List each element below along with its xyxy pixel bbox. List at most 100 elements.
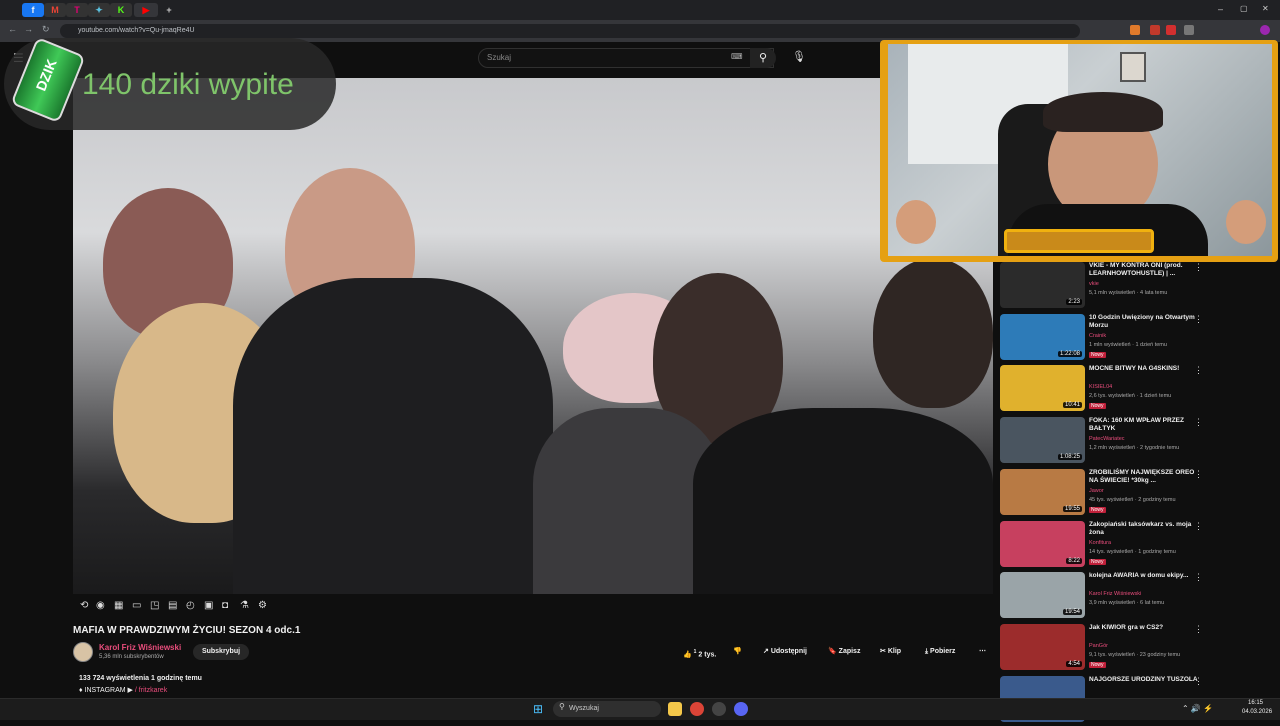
recommendation-channel[interactable]: Karol Friz Wiśniewski <box>1089 591 1141 597</box>
recommendation-title[interactable]: VKIE - MY KONTRA ONI (prod. LEARNHOWTOHU… <box>1089 262 1199 278</box>
extension-icon[interactable] <box>1166 25 1176 35</box>
video-player[interactable] <box>73 78 993 594</box>
video-thumbnail[interactable]: 19:54 <box>1000 572 1085 619</box>
tray-icons[interactable]: ⌃ 🔊 ⚡ <box>1182 704 1213 713</box>
address-input[interactable]: youtube.com/watch?v=Qu-jmaqRe4U <box>60 24 1080 38</box>
cam-alert-bar <box>1004 229 1154 253</box>
recommendation-title[interactable]: Jak KIWIOR gra w CS2? <box>1089 624 1199 632</box>
recommendation-title[interactable]: kolejna AWARIA w domu ekipy... <box>1089 572 1199 580</box>
video-thumbnail[interactable]: 1:22:08 <box>1000 313 1085 360</box>
theater-icon[interactable]: ▭ <box>132 600 141 611</box>
windows-search[interactable]: Wyszukaj <box>553 701 661 717</box>
recommendation-item[interactable]: 2:23 VKIE - MY KONTRA ONI (prod. LEARNHOW… <box>1000 262 1275 312</box>
person <box>233 278 553 594</box>
recommendation-channel[interactable]: PanGór <box>1089 643 1108 649</box>
recommendation-item[interactable]: 1:08:25 FOKA: 160 KM WPŁAW PRZEZ BAŁTYK Pa… <box>1000 417 1275 467</box>
profile-icon[interactable] <box>1260 25 1270 35</box>
search-icon[interactable]: ⚲ <box>750 48 776 68</box>
dislike-button[interactable]: 👎 <box>733 644 742 660</box>
file-explorer-icon[interactable] <box>668 702 682 716</box>
tab-plus[interactable]: ✦ <box>88 3 110 17</box>
download-button[interactable]: ⤓ Pobierz <box>925 644 955 660</box>
speed-icon[interactable]: ◴ <box>186 600 195 611</box>
chrome-icon[interactable] <box>690 702 704 716</box>
recommendation-channel[interactable]: KISIEL04 <box>1089 384 1112 390</box>
screenshot-icon[interactable]: ▣ <box>204 600 213 611</box>
tab-kick[interactable]: K <box>110 3 132 17</box>
recommendation-meta: 1 mln wyświetleń · 1 dzień temu <box>1089 341 1167 348</box>
more-options-icon[interactable]: ⋮ <box>1194 676 1203 687</box>
minimize-icon[interactable]: – <box>1218 4 1223 14</box>
more-options-icon[interactable]: ⋮ <box>1194 624 1203 635</box>
video-thumbnail[interactable]: 4:54 <box>1000 623 1085 670</box>
more-options-icon[interactable]: ⋮ <box>1194 262 1203 273</box>
mic-icon[interactable]: 🎙 <box>792 50 806 63</box>
video-thumbnail[interactable]: 1:08:25 <box>1000 417 1085 464</box>
more-options-icon[interactable]: ⋮ <box>1194 365 1203 376</box>
tab-youtube-active[interactable]: ▶ <box>134 3 158 17</box>
extension-icon[interactable] <box>1150 25 1160 35</box>
recommendation-title[interactable]: ZROBILIŚMY NAJWIĘKSZE OREO NA ŚWIECIE! *… <box>1089 469 1199 485</box>
video-thumbnail[interactable]: 19:55 <box>1000 468 1085 515</box>
recommendation-item[interactable]: 8:22 Zakopiański taksówkarz vs. moja żona… <box>1000 520 1275 571</box>
gear-icon[interactable]: ⚙ <box>258 600 267 611</box>
more-options-icon[interactable]: ⋮ <box>1194 469 1203 480</box>
reload-icon[interactable]: ↻ <box>42 24 50 35</box>
recommendation-item[interactable]: 4:54 Jak KIWIOR gra w CS2? PanGór 9,1 tys. … <box>1000 623 1275 674</box>
video-thumbnail[interactable]: 2:23 <box>1000 262 1085 308</box>
audio-icon[interactable]: ◉ <box>96 600 105 611</box>
back-icon[interactable]: ← <box>8 24 17 34</box>
more-options-icon[interactable]: ⋮ <box>1194 314 1203 325</box>
windows-start-icon[interactable]: ⊞ <box>533 702 543 716</box>
tab-gmail[interactable]: M <box>44 3 66 17</box>
recommendation-channel[interactable]: Jawor <box>1089 488 1104 494</box>
maximize-icon[interactable]: ▢ <box>1240 4 1248 13</box>
like-button[interactable]: 👍 1 2 tys. <box>683 644 716 660</box>
recommendation-channel[interactable]: vkie <box>1089 281 1099 287</box>
recommendation-item[interactable]: 1:22:08 10 Godzin Uwięziony na Otwartym M… <box>1000 313 1275 364</box>
recommendation-title[interactable]: 10 Godzin Uwięziony na Otwartym Morzu <box>1089 314 1199 330</box>
recommendation-title[interactable]: NAJGORSZE URODZINY TUSZOLA <box>1089 676 1199 684</box>
more-actions-icon[interactable]: ⋯ <box>979 644 986 660</box>
instagram-link[interactable]: / fritzkarek <box>135 687 167 694</box>
keyboard-icon[interactable]: ⌨ <box>731 52 743 61</box>
recommendation-item[interactable]: 19:55 ZROBILIŚMY NAJWIĘKSZE OREO NA ŚWIEC… <box>1000 468 1275 519</box>
extension-icon[interactable] <box>1184 25 1194 35</box>
cast-icon[interactable]: ▤ <box>168 600 177 611</box>
miniplayer-icon[interactable]: ◳ <box>150 600 159 611</box>
settings-icon[interactable]: ▦ <box>114 600 123 611</box>
loop-icon[interactable]: ⟲ <box>80 600 88 611</box>
more-options-icon[interactable]: ⋮ <box>1194 572 1203 583</box>
more-options-icon[interactable]: ⋮ <box>1194 521 1203 532</box>
channel-avatar[interactable] <box>73 642 93 662</box>
close-icon[interactable]: ✕ <box>1262 4 1269 13</box>
search-input[interactable]: Szukaj <box>478 48 774 68</box>
more-options-icon[interactable]: ⋮ <box>1194 417 1203 428</box>
recommendation-title[interactable]: MOCNE BITWY NA G4SKINS! <box>1089 365 1199 373</box>
extension-icon[interactable] <box>1130 25 1140 35</box>
app-icon[interactable] <box>712 702 726 716</box>
recommendation-title[interactable]: Zakopiański taksówkarz vs. moja żona <box>1089 521 1199 537</box>
flask-icon[interactable]: ⚗ <box>240 600 249 611</box>
recommendation-item[interactable]: 19:54 kolejna AWARIA w domu ekipy... Karol… <box>1000 572 1275 622</box>
video-description[interactable]: ♦ INSTAGRAM ▶ / fritzkarek <box>79 686 167 694</box>
camera-icon[interactable]: ◘ <box>222 600 228 611</box>
tab-facebook[interactable]: f <box>22 3 44 17</box>
tab-t[interactable]: T <box>66 3 88 17</box>
video-thumbnail[interactable]: 8:22 <box>1000 520 1085 567</box>
new-tab-button[interactable]: + <box>158 3 180 17</box>
save-button[interactable]: 🔖 Zapisz <box>828 644 860 660</box>
recommendation-channel[interactable]: PatecWariatec <box>1089 436 1125 442</box>
recommendation-item[interactable]: 10:41 MOCNE BITWY NA G4SKINS! KISIEL04 2,6 … <box>1000 365 1275 415</box>
recommendation-channel[interactable]: Crainik <box>1089 333 1106 339</box>
channel-name[interactable]: Karol Friz Wiśniewski <box>99 643 181 652</box>
recommendation-channel[interactable]: Konfitura <box>1089 540 1111 546</box>
recommendation-title[interactable]: FOKA: 160 KM WPŁAW PRZEZ BAŁTYK <box>1089 417 1199 433</box>
discord-icon[interactable] <box>734 702 748 716</box>
can-label: DZIK <box>32 56 60 94</box>
share-button[interactable]: ↗ Udostępnij <box>763 644 807 660</box>
subscribe-button[interactable]: Subskrybuj <box>193 644 249 660</box>
clip-button[interactable]: ✂ Klip <box>880 644 901 660</box>
forward-icon[interactable]: → <box>24 24 33 34</box>
video-thumbnail[interactable]: 10:41 <box>1000 365 1085 412</box>
